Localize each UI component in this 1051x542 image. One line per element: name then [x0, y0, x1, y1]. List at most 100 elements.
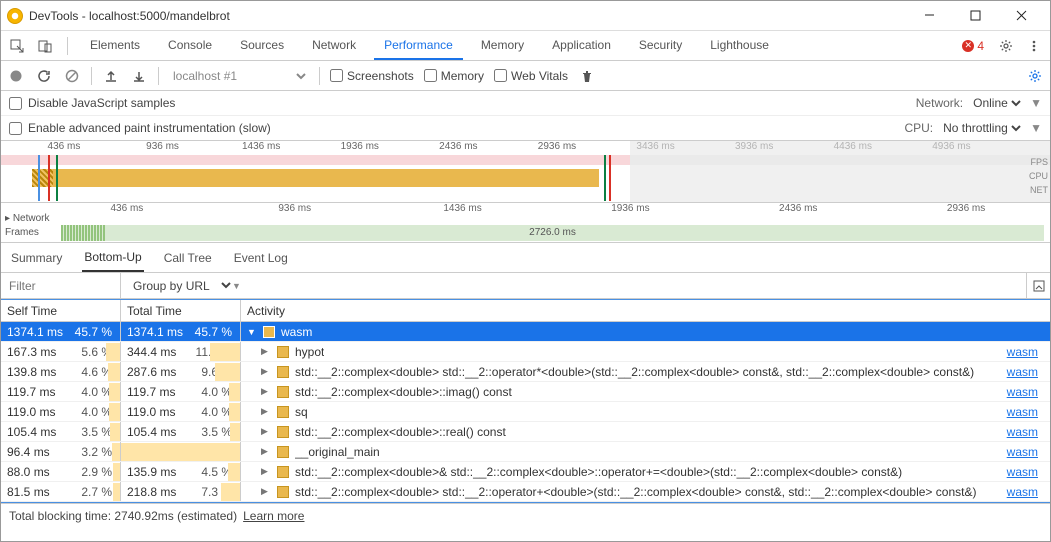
- device-toolbar-icon[interactable]: [35, 36, 55, 56]
- activity-label: std::__2::complex<double> std::__2::oper…: [295, 365, 974, 379]
- subtab-summary[interactable]: Summary: [9, 245, 64, 271]
- filter-input[interactable]: [1, 273, 121, 298]
- source-link[interactable]: wasm: [1007, 385, 1044, 399]
- network-label: Network:: [916, 96, 963, 110]
- table-row[interactable]: 167.3 ms5.6 %344.4 ms11.5 %▶hypotwasm: [1, 342, 1050, 362]
- gc-icon[interactable]: [578, 67, 596, 85]
- source-link[interactable]: wasm: [1007, 485, 1044, 499]
- cpu-track: [53, 169, 598, 187]
- track-label: NET: [1029, 183, 1048, 197]
- tab-sources[interactable]: Sources: [230, 32, 294, 60]
- more-menu-icon[interactable]: [1024, 36, 1044, 56]
- tab-application[interactable]: Application: [542, 32, 621, 60]
- heavy-stack-toggle-icon[interactable]: [1026, 273, 1050, 298]
- maximize-button[interactable]: [952, 1, 998, 31]
- activity-color-swatch: [277, 346, 289, 358]
- table-row[interactable]: 139.8 ms4.6 %287.6 ms9.6 %▶std::__2::com…: [1, 362, 1050, 382]
- tab-console[interactable]: Console: [158, 32, 222, 60]
- ruler-tick: 936 ms: [278, 203, 311, 214]
- tab-memory[interactable]: Memory: [471, 32, 534, 60]
- subtab-call-tree[interactable]: Call Tree: [162, 245, 214, 271]
- record-button[interactable]: [7, 67, 25, 85]
- source-link[interactable]: wasm: [1007, 365, 1044, 379]
- disable-js-checkbox[interactable]: Disable JavaScript samples: [9, 96, 175, 110]
- activity-label: std::__2::complex<double> std::__2::oper…: [295, 485, 976, 499]
- track-label: CPU: [1029, 169, 1048, 183]
- table-row[interactable]: 105.4 ms3.5 %105.4 ms3.5 %▶std::__2::com…: [1, 422, 1050, 442]
- ruler-tick: 2936 ms: [947, 203, 985, 214]
- close-button[interactable]: [998, 1, 1044, 31]
- expand-icon[interactable]: ▶: [261, 406, 271, 417]
- bottom-tabs: Summary Bottom-Up Call Tree Event Log: [1, 243, 1050, 273]
- table-row[interactable]: 81.5 ms2.7 %218.8 ms7.3 %▶std::__2::comp…: [1, 482, 1050, 502]
- subtab-bottom-up[interactable]: Bottom-Up: [82, 244, 143, 272]
- target-select[interactable]: localhost #1: [169, 68, 309, 84]
- source-link[interactable]: wasm: [1007, 445, 1044, 459]
- col-activity[interactable]: Activity: [241, 300, 1050, 321]
- expand-icon[interactable]: ▶: [261, 346, 271, 357]
- tab-network[interactable]: Network: [302, 32, 366, 60]
- expand-icon[interactable]: ▶: [261, 386, 271, 397]
- activity-label: sq: [295, 405, 308, 419]
- ruler-tick: 1936 ms: [611, 203, 649, 214]
- marker: [48, 155, 50, 201]
- table-row[interactable]: 96.4 ms3.2 %2698.5 ms89.7 %▶__original_m…: [1, 442, 1050, 462]
- learn-more-link[interactable]: Learn more: [243, 509, 304, 523]
- save-profile-icon[interactable]: [130, 67, 148, 85]
- separator: [91, 67, 92, 85]
- expand-icon[interactable]: ▶: [261, 486, 271, 497]
- frames-row-label[interactable]: Frames: [5, 227, 39, 238]
- ruler-tick: 2436 ms: [439, 141, 477, 152]
- performance-toolbar: localhost #1 Screenshots Memory Web Vita…: [1, 61, 1050, 91]
- cpu-label: CPU:: [904, 121, 933, 135]
- source-link[interactable]: wasm: [1007, 425, 1044, 439]
- cpu-select[interactable]: No throttling: [939, 120, 1024, 136]
- reload-record-button[interactable]: [35, 67, 53, 85]
- subtab-event-log[interactable]: Event Log: [232, 245, 290, 271]
- group-select[interactable]: Group by URL: [121, 273, 234, 298]
- clear-button[interactable]: [63, 67, 81, 85]
- capture-settings-gear-icon[interactable]: [1026, 67, 1044, 85]
- advanced-paint-checkbox[interactable]: Enable advanced paint instrumentation (s…: [9, 121, 271, 135]
- minimize-button[interactable]: [906, 1, 952, 31]
- tab-security[interactable]: Security: [629, 32, 692, 60]
- dropdown-icon: ▼: [1030, 121, 1042, 135]
- collapse-icon[interactable]: ▼: [247, 327, 257, 337]
- separator: [67, 37, 68, 55]
- timeline-detail[interactable]: 436 ms936 ms1436 ms1936 ms2436 ms2936 ms…: [1, 203, 1050, 243]
- col-self-time[interactable]: Self Time: [1, 300, 121, 321]
- frames-track[interactable]: 2726.0 ms: [61, 225, 1044, 241]
- error-badge[interactable]: ✕4: [958, 39, 988, 53]
- table-row[interactable]: 88.0 ms2.9 %135.9 ms4.5 %▶std::__2::comp…: [1, 462, 1050, 482]
- memory-checkbox[interactable]: Memory: [424, 69, 484, 83]
- expand-icon[interactable]: ▶: [261, 366, 271, 377]
- table-body[interactable]: 1374.1 ms45.7 %1374.1 ms45.7 %▼wasm167.3…: [1, 322, 1050, 502]
- table-row[interactable]: 119.0 ms4.0 %119.0 ms4.0 %▶sqwasm: [1, 402, 1050, 422]
- expand-icon[interactable]: ▶: [261, 466, 271, 477]
- expand-icon[interactable]: ▶: [261, 426, 271, 437]
- settings-gear-icon[interactable]: [996, 36, 1016, 56]
- ruler-tick: 1436 ms: [443, 203, 481, 214]
- tab-lighthouse[interactable]: Lighthouse: [700, 32, 779, 60]
- tab-elements[interactable]: Elements: [80, 32, 150, 60]
- screenshots-checkbox[interactable]: Screenshots: [330, 69, 414, 83]
- load-profile-icon[interactable]: [102, 67, 120, 85]
- tab-performance[interactable]: Performance: [374, 32, 463, 60]
- network-select[interactable]: Online: [969, 95, 1024, 111]
- timeline-overview[interactable]: 436 ms936 ms1436 ms1936 ms2436 ms2936 ms…: [1, 141, 1050, 203]
- table-row[interactable]: 119.7 ms4.0 %119.7 ms4.0 %▶std::__2::com…: [1, 382, 1050, 402]
- expand-icon[interactable]: ▶: [261, 446, 271, 457]
- webvitals-checkbox[interactable]: Web Vitals: [494, 69, 568, 83]
- table-row[interactable]: 1374.1 ms45.7 %1374.1 ms45.7 %▼wasm: [1, 322, 1050, 342]
- inspect-element-icon[interactable]: [7, 36, 27, 56]
- ruler-tick: 1436 ms: [242, 141, 280, 152]
- network-row-label[interactable]: ▸ Network: [5, 213, 50, 224]
- source-link[interactable]: wasm: [1007, 405, 1044, 419]
- source-link[interactable]: wasm: [1007, 465, 1044, 479]
- table-header: Self Time Total Time Activity: [1, 300, 1050, 322]
- col-total-time[interactable]: Total Time: [121, 300, 241, 321]
- activity-color-swatch: [277, 366, 289, 378]
- ruler-tick: 936 ms: [146, 141, 179, 152]
- source-link[interactable]: wasm: [1007, 345, 1044, 359]
- settings-row-2: Enable advanced paint instrumentation (s…: [1, 116, 1050, 141]
